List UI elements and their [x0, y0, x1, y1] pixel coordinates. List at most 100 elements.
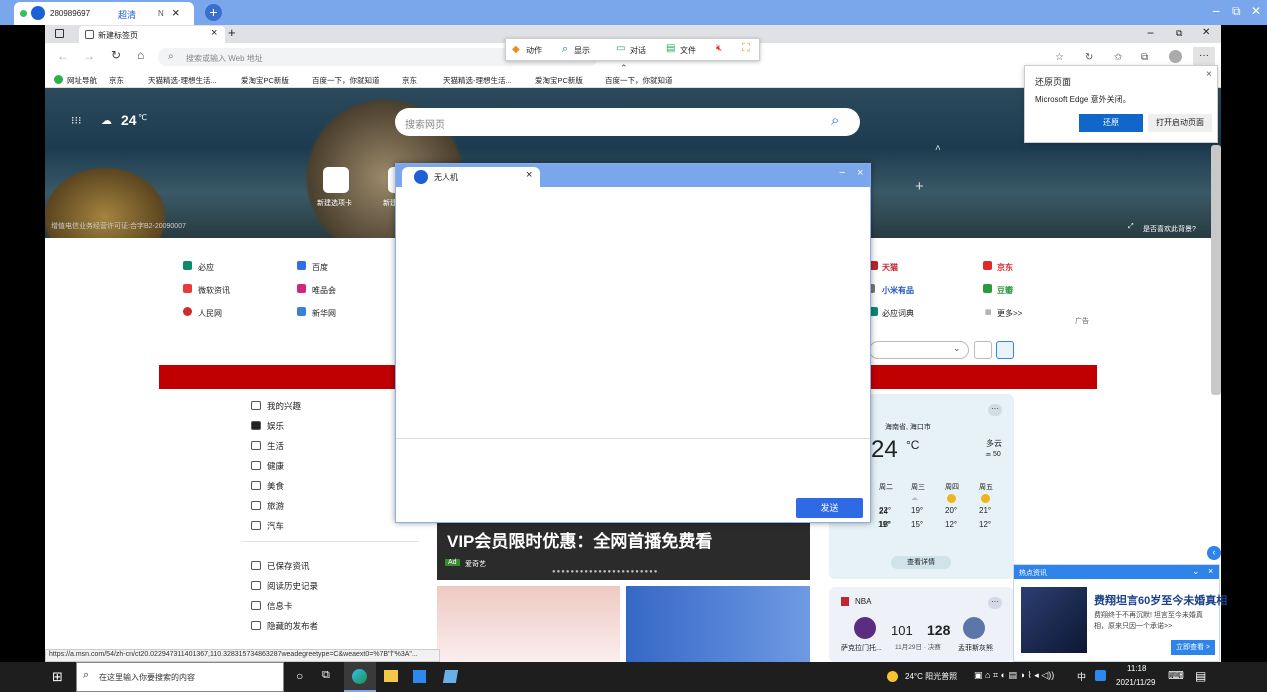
action-menu[interactable]: 动作: [526, 45, 542, 56]
search-icon[interactable]: ⌕: [831, 112, 839, 129]
expand-icon[interactable]: ⤢: [1128, 223, 1134, 231]
menu-item-saved[interactable]: 已保存资讯: [251, 560, 310, 572]
menu-item-car[interactable]: 汽车: [251, 520, 284, 532]
quick-link[interactable]: 唯品会: [312, 285, 336, 296]
news-photo[interactable]: [1021, 587, 1087, 653]
refresh-extension-icon[interactable]: ↻: [1085, 52, 1093, 63]
taskbar-search[interactable]: ⌕ 在这里输入你要搜索的内容: [76, 662, 284, 692]
add-session-button[interactable]: +: [205, 4, 222, 21]
clock-time[interactable]: 11:18: [1127, 664, 1146, 673]
display-menu[interactable]: 显示: [574, 45, 590, 56]
baidu-tile-icon[interactable]: [323, 167, 349, 193]
quick-link[interactable]: 豆瓣: [997, 285, 1013, 296]
file-button[interactable]: 文件: [680, 45, 696, 56]
notification-icon[interactable]: ⌨: [1168, 669, 1184, 682]
file-explorer-icon[interactable]: [384, 670, 398, 682]
collections-icon[interactable]: ⧉: [1141, 52, 1148, 63]
menu-item-health[interactable]: 健康: [251, 460, 284, 472]
action-center-icon[interactable]: ▤: [1195, 669, 1206, 683]
hot-news-headline[interactable]: 费翔坦言60岁至今未婚真相: [1094, 592, 1227, 608]
tray-icons[interactable]: ▣ ⌂ ⌗ ◐ ▤ ◑ ⌇ ◂ ◁)): [974, 670, 1054, 681]
grid-layout-icon[interactable]: [974, 341, 992, 359]
favorite-item[interactable]: 网址导航: [67, 75, 97, 86]
more-options-icon[interactable]: ···: [988, 597, 1002, 609]
fullscreen-icon[interactable]: ⛶: [742, 42, 750, 55]
menu-item-interests[interactable]: 我的兴趣: [251, 400, 301, 412]
app-icon[interactable]: [442, 670, 459, 683]
view-now-button[interactable]: 立即查看 >: [1171, 640, 1215, 655]
mute-icon[interactable]: 🔇︎: [716, 43, 722, 54]
weather-location[interactable]: 海南省, 海口市: [885, 422, 931, 432]
quick-link[interactable]: 更多>>: [997, 308, 1022, 319]
back-icon[interactable]: ←: [57, 49, 69, 63]
quick-link[interactable]: 必应词典: [882, 308, 914, 319]
input-method-icon[interactable]: [1095, 670, 1106, 681]
open-start-page-button[interactable]: 打开启动页面: [1148, 114, 1212, 132]
favorite-item[interactable]: 爱淘宝PC新版: [535, 75, 583, 86]
menu-item-cards[interactable]: 信息卡: [251, 600, 293, 612]
favorites-icon[interactable]: ✩: [1114, 52, 1122, 63]
close-session-icon[interactable]: ×: [172, 5, 180, 20]
browser-restore-icon[interactable]: ⧉: [1176, 28, 1182, 39]
favorite-item[interactable]: 百度一下，你就知道: [312, 75, 380, 86]
teeth-news-image[interactable]: [437, 586, 620, 662]
favorite-item[interactable]: 天猫精选-理想生活...: [443, 75, 512, 86]
like-background-link[interactable]: 是否喜欢此背景?: [1143, 224, 1196, 234]
quick-link[interactable]: 京东: [997, 262, 1013, 273]
tab-close-icon[interactable]: ×: [211, 27, 217, 39]
windows-start-icon[interactable]: ⊞: [52, 669, 63, 685]
cortana-icon[interactable]: ○: [296, 669, 303, 683]
restore-icon[interactable]: ⧉: [1232, 4, 1241, 19]
close-icon[interactable]: ×: [857, 167, 863, 179]
chevron-down-icon[interactable]: ⌄: [1192, 566, 1200, 577]
browser-minimize-icon[interactable]: −: [1147, 26, 1154, 40]
message-input[interactable]: [396, 439, 870, 495]
more-options-icon[interactable]: ···: [988, 404, 1002, 416]
profile-icon[interactable]: [1169, 50, 1182, 63]
hero-temperature[interactable]: 24: [121, 112, 137, 128]
favorite-item[interactable]: 百度一下，你就知道: [605, 75, 673, 86]
home-icon[interactable]: ⌂: [137, 48, 144, 62]
restore-button[interactable]: 还原: [1079, 114, 1143, 132]
menu-item-food[interactable]: 美食: [251, 480, 284, 492]
quick-link[interactable]: 新华网: [312, 308, 336, 319]
send-button[interactable]: 发送: [796, 498, 863, 518]
refresh-icon[interactable]: ↻: [111, 48, 121, 62]
menu-item-travel[interactable]: 旅游: [251, 500, 284, 512]
quick-link[interactable]: 微软资讯: [198, 285, 230, 296]
chevron-up-icon[interactable]: ˄: [935, 143, 941, 154]
close-icon[interactable]: ✕: [1251, 4, 1261, 18]
phone-news-image[interactable]: [626, 586, 810, 662]
carousel-dots[interactable]: ●●●●●●●●●●●●●●●●●●●●●●●: [552, 569, 658, 575]
chat-button[interactable]: 对话: [630, 45, 646, 56]
menu-item-history[interactable]: 阅读历史记录: [251, 580, 318, 592]
store-icon[interactable]: [413, 670, 426, 683]
minimize-icon[interactable]: −: [1212, 3, 1220, 19]
favorite-item[interactable]: 京东: [109, 75, 124, 86]
quality-selector[interactable]: 超清: [118, 8, 136, 21]
scrollbar[interactable]: [1211, 145, 1221, 395]
menu-item-entertainment[interactable]: 娱乐: [251, 420, 284, 432]
favorite-item[interactable]: 爱淘宝PC新版: [241, 75, 289, 86]
remote-session-tab[interactable]: 280989697 超清 N ×: [14, 2, 194, 25]
taskbar-weather[interactable]: 24°C 阳光普照: [905, 671, 957, 682]
forward-icon[interactable]: →: [83, 49, 95, 63]
quick-link[interactable]: 小米有品: [882, 285, 914, 296]
quick-link[interactable]: 百度: [312, 262, 328, 273]
minimize-icon[interactable]: −: [839, 167, 845, 179]
new-tab-button[interactable]: +: [228, 25, 236, 40]
task-view-icon[interactable]: ⧉: [322, 669, 330, 682]
chevron-left-icon[interactable]: ‹: [1207, 546, 1221, 560]
tab-new-tab[interactable]: 新建标签页 ×: [79, 26, 225, 43]
favorite-item[interactable]: 天猫精选-理想生活...: [148, 75, 217, 86]
chat-tab[interactable]: 无人机 ×: [402, 167, 540, 187]
menu-item-life[interactable]: 生活: [251, 440, 284, 452]
settings-more-icon[interactable]: ···: [1193, 47, 1215, 65]
quick-link[interactable]: 人民网: [198, 308, 222, 319]
add-tile-icon[interactable]: +: [915, 178, 924, 195]
collapse-toolbar-icon[interactable]: ⌃: [620, 63, 628, 74]
tab-actions-icon[interactable]: [55, 29, 64, 38]
close-icon[interactable]: ×: [1208, 566, 1213, 576]
quick-link[interactable]: 必应: [198, 262, 214, 273]
close-icon[interactable]: ×: [1206, 69, 1212, 80]
